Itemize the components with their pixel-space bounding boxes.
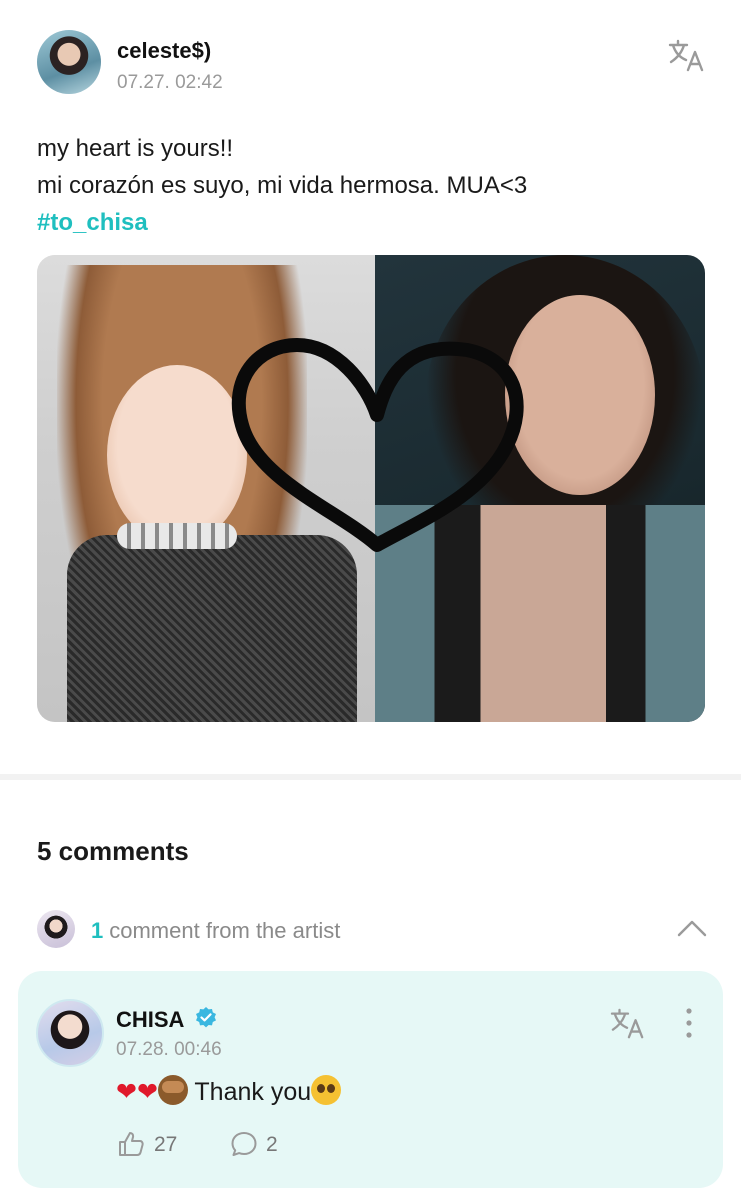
- post-header: celeste$) 07.27. 02:42: [37, 30, 707, 98]
- red-heart-icon: ❤❤: [116, 1077, 158, 1106]
- translate-icon[interactable]: [608, 1007, 648, 1041]
- verified-badge-icon: [196, 1007, 216, 1028]
- reply-icon: [231, 1132, 257, 1156]
- post-photo[interactable]: [37, 255, 705, 722]
- comment-text: ❤❤ Thank you: [116, 1075, 342, 1107]
- artist-comment-label: 1 comment from the artist: [91, 918, 340, 944]
- author-name[interactable]: celeste$): [117, 38, 211, 64]
- like-count: 27: [154, 1133, 178, 1156]
- artist-comment-count: 1: [91, 918, 104, 943]
- post-line-1: my heart is yours!!: [37, 135, 234, 162]
- drawn-heart: [231, 338, 524, 552]
- artist-mini-avatar: [37, 910, 75, 948]
- post-line-2: mi corazón es suyo, mi vida hermosa. MUA…: [37, 172, 528, 199]
- artist-comment-text: comment from the artist: [109, 918, 341, 943]
- pleading-face-icon: [311, 1075, 342, 1105]
- translate-icon[interactable]: [667, 38, 707, 74]
- section-divider: [0, 774, 741, 780]
- author-avatar[interactable]: [37, 30, 101, 94]
- more-vertical-icon[interactable]: [682, 1007, 696, 1039]
- commenter-avatar[interactable]: [36, 999, 104, 1067]
- commenter-name[interactable]: CHISA: [116, 1007, 184, 1033]
- post-body: my heart is yours!! mi corazón es suyo, …: [37, 130, 697, 241]
- post-hashtag[interactable]: #to_chisa: [37, 204, 697, 241]
- reply-count: 2: [266, 1133, 278, 1156]
- like-icon: [119, 1132, 144, 1156]
- comment-message: Thank you: [194, 1078, 312, 1106]
- see-no-evil-monkey-icon: [157, 1075, 188, 1105]
- artist-comment-card: CHISA 07.28. 00:46 ❤❤ Thank you 27 2: [18, 971, 723, 1188]
- like-button[interactable]: 27: [116, 1129, 206, 1159]
- reply-button[interactable]: 2: [230, 1129, 310, 1159]
- comments-count: 5 comments: [37, 836, 189, 866]
- post-timestamp: 07.27. 02:42: [117, 72, 223, 93]
- chevron-up-icon[interactable]: [677, 918, 707, 938]
- artist-comment-toggle[interactable]: 1 comment from the artist: [37, 908, 707, 952]
- comment-timestamp: 07.28. 00:46: [116, 1039, 222, 1060]
